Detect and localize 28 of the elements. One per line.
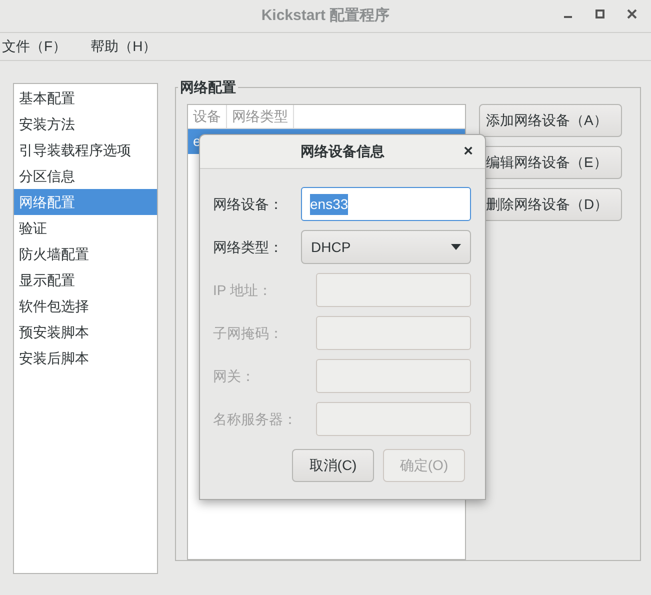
menu-item[interactable]: 文件（F） — [0, 36, 69, 57]
close-button[interactable]: × — [464, 142, 473, 162]
sidebar-item[interactable]: 验证 — [14, 215, 157, 241]
field-label: IP 地址： — [213, 280, 272, 300]
dialog-button[interactable]: 取消(C) — [292, 449, 374, 482]
action-button[interactable]: 添加网络设备（A） — [479, 104, 622, 137]
sidebar-item[interactable]: 分区信息 — [14, 163, 157, 189]
menu-item[interactable]: 帮助（H） — [88, 36, 159, 57]
sidebar-item[interactable]: 显示配置 — [14, 267, 157, 293]
sidebar-item[interactable]: 引导装载程序选项 — [14, 137, 157, 163]
sidebar-item[interactable]: 基本配置 — [14, 85, 157, 111]
maximize-icon[interactable] — [595, 9, 605, 19]
field-label: 网络类型： — [213, 238, 283, 256]
dialog-title: 网络设备信息 — [300, 142, 384, 161]
close-icon[interactable] — [627, 9, 637, 19]
window-title: Kickstart 配置程序 — [261, 6, 390, 26]
field-label: 名称服务器： — [213, 410, 297, 428]
caret-icon — [451, 244, 461, 250]
sidebar-item[interactable]: 安装方法 — [14, 111, 157, 137]
field-label: 网络设备： — [213, 194, 283, 214]
sidebar-item[interactable]: 预安装脚本 — [14, 319, 157, 345]
group-title: 网络配置 — [179, 78, 237, 97]
sidebar-item[interactable]: 安装后脚本 — [14, 345, 157, 371]
field-label: 网关： — [213, 366, 255, 386]
sidebar-item[interactable]: 防火墙配置 — [14, 241, 157, 267]
sidebar-item[interactable]: 软件包选择 — [14, 293, 157, 319]
network-type-dropdown[interactable]: DHCP — [301, 230, 471, 264]
field-label: 子网掩码： — [213, 324, 283, 342]
